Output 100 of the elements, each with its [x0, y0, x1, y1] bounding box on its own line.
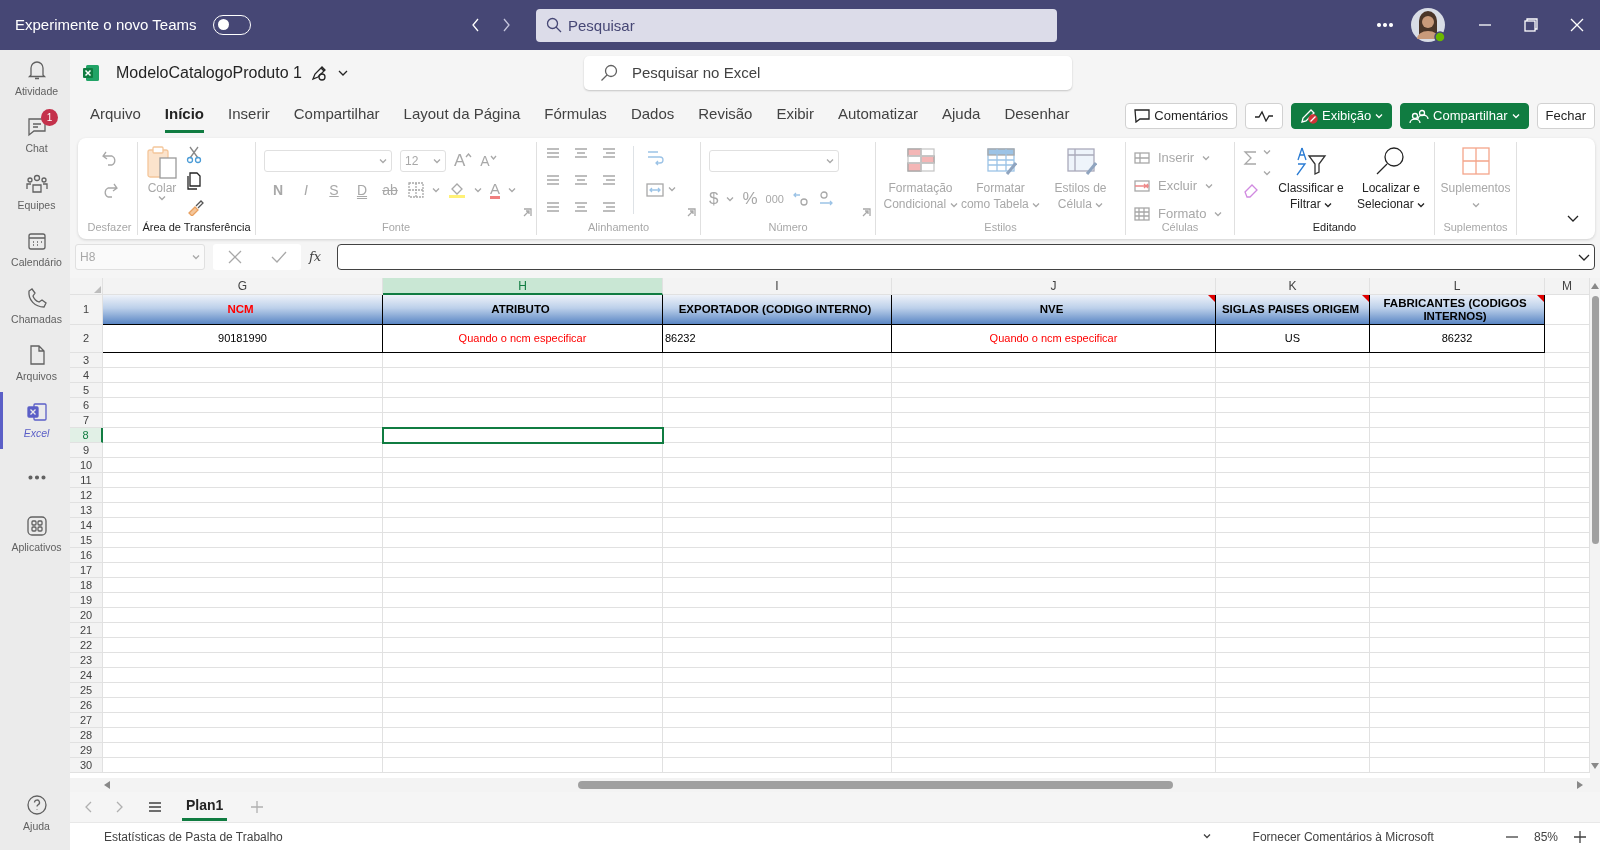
- borders-icon[interactable]: [408, 182, 424, 199]
- empty-cell[interactable]: [663, 458, 892, 473]
- row-header[interactable]: 9: [70, 443, 103, 458]
- empty-cell[interactable]: [1370, 593, 1545, 608]
- empty-cell[interactable]: [383, 653, 663, 668]
- row-header[interactable]: 5: [70, 383, 103, 398]
- empty-cell[interactable]: [1216, 638, 1370, 653]
- empty-cell[interactable]: [892, 368, 1216, 383]
- empty-cell[interactable]: [663, 623, 892, 638]
- empty-cell[interactable]: [383, 368, 663, 383]
- empty-cell[interactable]: [1370, 563, 1545, 578]
- empty-cell[interactable]: [892, 698, 1216, 713]
- ribbon-tab[interactable]: Layout da Página: [403, 99, 521, 133]
- empty-cell[interactable]: [383, 503, 663, 518]
- empty-cell[interactable]: [663, 653, 892, 668]
- empty-cell[interactable]: [1216, 713, 1370, 728]
- column-header[interactable]: J: [892, 278, 1216, 295]
- activity-button[interactable]: [1244, 103, 1283, 129]
- empty-cell[interactable]: [1370, 353, 1545, 368]
- restore-icon[interactable]: [1524, 18, 1538, 32]
- align-icon[interactable]: [573, 173, 589, 187]
- empty-cell[interactable]: [663, 743, 892, 758]
- empty-cell[interactable]: [1370, 548, 1545, 563]
- empty-cell[interactable]: [1370, 698, 1545, 713]
- empty-cell[interactable]: [892, 593, 1216, 608]
- row-header[interactable]: 19: [70, 593, 103, 608]
- column-header[interactable]: M: [1545, 278, 1590, 295]
- scrollbar-thumb[interactable]: [578, 781, 1173, 789]
- row-header[interactable]: 7: [70, 413, 103, 428]
- scrollbar-thumb[interactable]: [1591, 296, 1599, 544]
- rail-item[interactable]: Chamadas: [0, 278, 70, 335]
- column-header[interactable]: I: [663, 278, 892, 295]
- row-header[interactable]: 10: [70, 458, 103, 473]
- empty-cell[interactable]: [1216, 458, 1370, 473]
- empty-cell[interactable]: [383, 563, 663, 578]
- row-header[interactable]: 27: [70, 713, 103, 728]
- empty-cell[interactable]: [892, 623, 1216, 638]
- row-header[interactable]: 2: [70, 325, 103, 353]
- empty-cell[interactable]: [663, 428, 892, 443]
- copy-icon[interactable]: [186, 172, 202, 190]
- empty-cell[interactable]: [663, 473, 892, 488]
- empty-cell[interactable]: [663, 728, 892, 743]
- empty-cell[interactable]: [663, 593, 892, 608]
- dialog-launcher-icon[interactable]: [687, 208, 696, 217]
- empty-cell[interactable]: [1370, 608, 1545, 623]
- ribbon-tab[interactable]: Revisão: [698, 99, 753, 133]
- collapse-ribbon-icon[interactable]: [1567, 215, 1579, 223]
- empty-cell[interactable]: [892, 533, 1216, 548]
- empty-cell[interactable]: [663, 398, 892, 413]
- empty-cell[interactable]: [1216, 668, 1370, 683]
- function-label[interactable]: fx: [309, 247, 329, 267]
- caret-icon[interactable]: [337, 69, 348, 76]
- empty-cell[interactable]: [892, 668, 1216, 683]
- empty-cell[interactable]: [383, 488, 663, 503]
- empty-cell[interactable]: [892, 563, 1216, 578]
- scroll-left-icon[interactable]: [103, 781, 111, 789]
- empty-cell[interactable]: [663, 533, 892, 548]
- empty-cell[interactable]: [892, 488, 1216, 503]
- empty-cell[interactable]: [1216, 743, 1370, 758]
- empty-cell[interactable]: [1216, 608, 1370, 623]
- close-icon[interactable]: [1570, 18, 1584, 32]
- empty-cell[interactable]: [1370, 503, 1545, 518]
- empty-cell[interactable]: [663, 713, 892, 728]
- empty-cell[interactable]: [1370, 728, 1545, 743]
- formula-input[interactable]: [337, 244, 1595, 270]
- empty-cell[interactable]: [892, 458, 1216, 473]
- row-header[interactable]: 26: [70, 698, 103, 713]
- ribbon-tab[interactable]: Desenhar: [1004, 99, 1070, 133]
- ribbon-tab[interactable]: Ajuda: [942, 99, 981, 133]
- empty-cell[interactable]: [663, 488, 892, 503]
- row-header[interactable]: 14: [70, 518, 103, 533]
- row-header[interactable]: 13: [70, 503, 103, 518]
- scroll-up-icon[interactable]: [1591, 282, 1599, 290]
- row-header[interactable]: 6: [70, 398, 103, 413]
- number-format-dropdown[interactable]: [709, 150, 839, 172]
- empty-cell[interactable]: [383, 608, 663, 623]
- row-header[interactable]: 28: [70, 728, 103, 743]
- empty-cell[interactable]: [1370, 653, 1545, 668]
- empty-cell[interactable]: [1370, 713, 1545, 728]
- empty-cell[interactable]: [663, 563, 892, 578]
- empty-cell[interactable]: [1216, 548, 1370, 563]
- ribbon-tab[interactable]: Início: [164, 99, 205, 133]
- empty-cell[interactable]: [1216, 698, 1370, 713]
- avatar[interactable]: [1410, 7, 1446, 43]
- align-icon[interactable]: [545, 146, 561, 160]
- empty-cell[interactable]: [663, 638, 892, 653]
- empty-cell[interactable]: [383, 398, 663, 413]
- empty-cell[interactable]: [892, 398, 1216, 413]
- search-field[interactable]: Pesquisar: [536, 8, 1057, 42]
- empty-cell[interactable]: [1216, 728, 1370, 743]
- dialog-launcher-icon[interactable]: [523, 208, 532, 217]
- empty-cell[interactable]: [383, 473, 663, 488]
- view-mode-button[interactable]: Exibição: [1290, 103, 1393, 129]
- empty-cell[interactable]: [892, 383, 1216, 398]
- empty-cell[interactable]: [383, 443, 663, 458]
- cancel-icon[interactable]: [227, 250, 242, 264]
- empty-cell[interactable]: [1370, 668, 1545, 683]
- empty-cell[interactable]: [383, 578, 663, 593]
- row-header[interactable]: 22: [70, 638, 103, 653]
- empty-cell[interactable]: [1216, 368, 1370, 383]
